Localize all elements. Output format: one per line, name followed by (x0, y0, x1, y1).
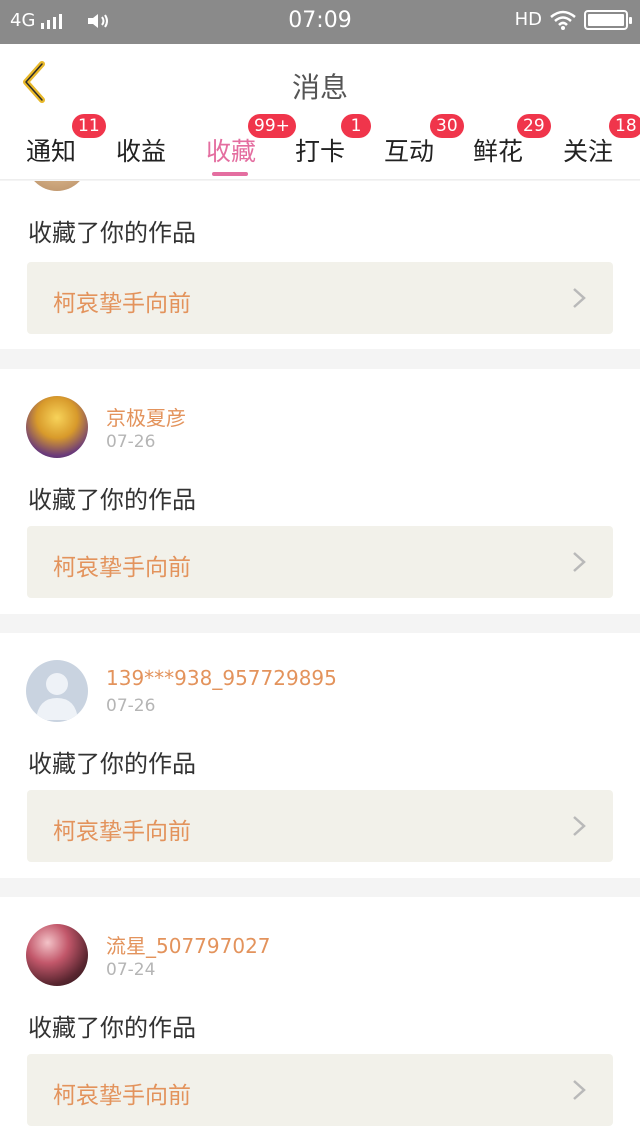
user-name[interactable]: 流星_507797027 (106, 930, 271, 959)
favorites-list: 收藏了你的作品 柯哀挚手向前 京极夏彦 07-26 收藏了你的作品 柯哀挚手向前… (0, 181, 640, 1138)
list-item: 京极夏彦 07-26 收藏了你的作品 柯哀挚手向前 (0, 369, 640, 614)
post-date: 07-24 (106, 960, 156, 980)
page-title: 消息 (291, 71, 348, 104)
default-avatar-icon (36, 673, 78, 720)
active-tab-indicator (212, 172, 248, 176)
list-item: 139***938_957729895 07-26 收藏了你的作品 柯哀挚手向前 (0, 633, 640, 878)
hd-label: HD (514, 9, 542, 30)
tab-label: 通知 (26, 137, 77, 166)
wifi-icon (550, 10, 576, 30)
avatar[interactable] (26, 660, 88, 722)
post-date: 07-26 (106, 432, 156, 452)
tab-label: 互动 (384, 137, 435, 166)
chevron-right-icon (573, 552, 586, 572)
tab-badge: 99+ (248, 114, 296, 138)
avatar[interactable] (26, 924, 88, 986)
status-bar: 4G 07:09 HD (0, 0, 640, 44)
tab-badge: 29 (517, 114, 551, 138)
work-link[interactable]: 柯哀挚手向前 (27, 262, 613, 334)
tab-badge: 18 (609, 114, 640, 138)
work-title: 柯哀挚手向前 (53, 819, 191, 845)
chevron-right-icon (573, 1080, 586, 1100)
work-link[interactable]: 柯哀挚手向前 (27, 1054, 613, 1126)
work-link[interactable]: 柯哀挚手向前 (27, 526, 613, 598)
action-text: 收藏了你的作品 (28, 750, 196, 778)
chevron-right-icon (573, 816, 586, 836)
user-name[interactable]: 京极夏彦 (106, 402, 186, 431)
work-title: 柯哀挚手向前 (53, 291, 191, 317)
post-date: 07-26 (106, 696, 156, 716)
tab-badge: 30 (430, 114, 464, 138)
work-title: 柯哀挚手向前 (53, 1083, 191, 1109)
nav-bar: 消息 (0, 44, 640, 120)
user-name[interactable]: 139***938_957729895 (106, 666, 337, 690)
tab-label: 鲜花 (473, 137, 524, 166)
tab-badge: 11 (72, 114, 106, 138)
list-item: 收藏了你的作品 柯哀挚手向前 (0, 181, 640, 349)
action-text: 收藏了你的作品 (28, 486, 196, 514)
action-text: 收藏了你的作品 (28, 1014, 196, 1042)
battery-icon (584, 9, 632, 30)
tab-label: 关注 (563, 137, 614, 166)
tab-badge: 1 (341, 114, 371, 138)
action-text: 收藏了你的作品 (28, 219, 196, 247)
tab-bar: 通知 11 收益 收藏 99+ 打卡 1 互动 30 鲜花 29 关注 18 (0, 114, 640, 180)
work-title: 柯哀挚手向前 (53, 555, 191, 581)
avatar[interactable] (26, 181, 88, 191)
work-link[interactable]: 柯哀挚手向前 (27, 790, 613, 862)
tab-label: 收藏 (206, 137, 257, 166)
list-item: 流星_507797027 07-24 收藏了你的作品 柯哀挚手向前 (0, 897, 640, 1138)
chevron-right-icon (573, 288, 586, 308)
status-right: HD (514, 9, 632, 30)
tab-label: 打卡 (295, 137, 346, 166)
avatar[interactable] (26, 396, 88, 458)
tab-label: 收益 (116, 137, 167, 166)
